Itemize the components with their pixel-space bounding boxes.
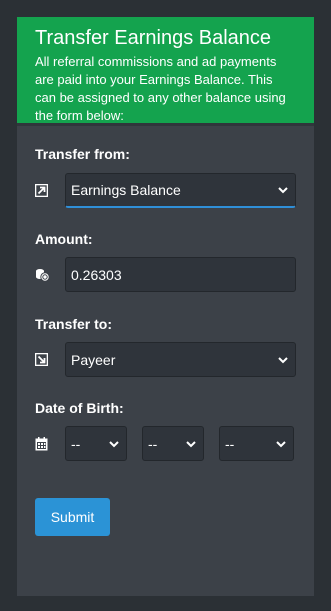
dob-day-select[interactable]: -- [65,426,127,461]
chevron-down-icon [186,440,196,447]
transfer-from-label: Transfer from: [35,146,130,162]
external-link-icon [35,173,65,208]
transfer-card: Transfer Earnings Balance All referral c… [17,17,314,596]
chevron-down-icon [109,440,119,447]
amount-value: 0.26303 [71,266,122,283]
dob-day-value: -- [71,435,81,452]
card-title: Transfer Earnings Balance [35,27,272,49]
chevron-down-icon [276,440,286,447]
amount-row: 0.26303 [35,257,296,292]
dob-year-value: -- [225,435,235,452]
transfer-form: Transfer from: Earnings Balance Amount: [17,123,314,596]
transfer-to-label: Transfer to: [35,316,113,332]
dob-month-select[interactable]: -- [142,426,204,461]
dob-month-value: -- [148,435,158,452]
dob-label: Date of Birth: [35,400,124,416]
transfer-from-value: Earnings Balance [71,182,181,198]
card-header: Transfer Earnings Balance All referral c… [17,17,314,123]
transfer-from-row: Earnings Balance [35,173,296,208]
card-description: All referral commissions and ad payments… [35,54,286,123]
chevron-down-icon [278,356,288,363]
amount-input[interactable]: 0.26303 [65,257,296,292]
transfer-from-select[interactable]: Earnings Balance [65,173,296,208]
coins-icon [35,257,65,292]
dob-year-select[interactable]: -- [219,426,294,461]
calendar-icon [35,426,65,461]
arrow-down-right-icon [35,342,65,377]
chevron-down-icon [278,187,288,194]
submit-button[interactable]: Submit [35,498,110,536]
dob-row: -- -- -- [35,426,296,461]
transfer-to-value: Payeer [71,351,116,368]
transfer-to-row: Payeer [35,342,296,377]
transfer-to-select[interactable]: Payeer [65,342,296,377]
amount-label: Amount: [35,231,93,247]
